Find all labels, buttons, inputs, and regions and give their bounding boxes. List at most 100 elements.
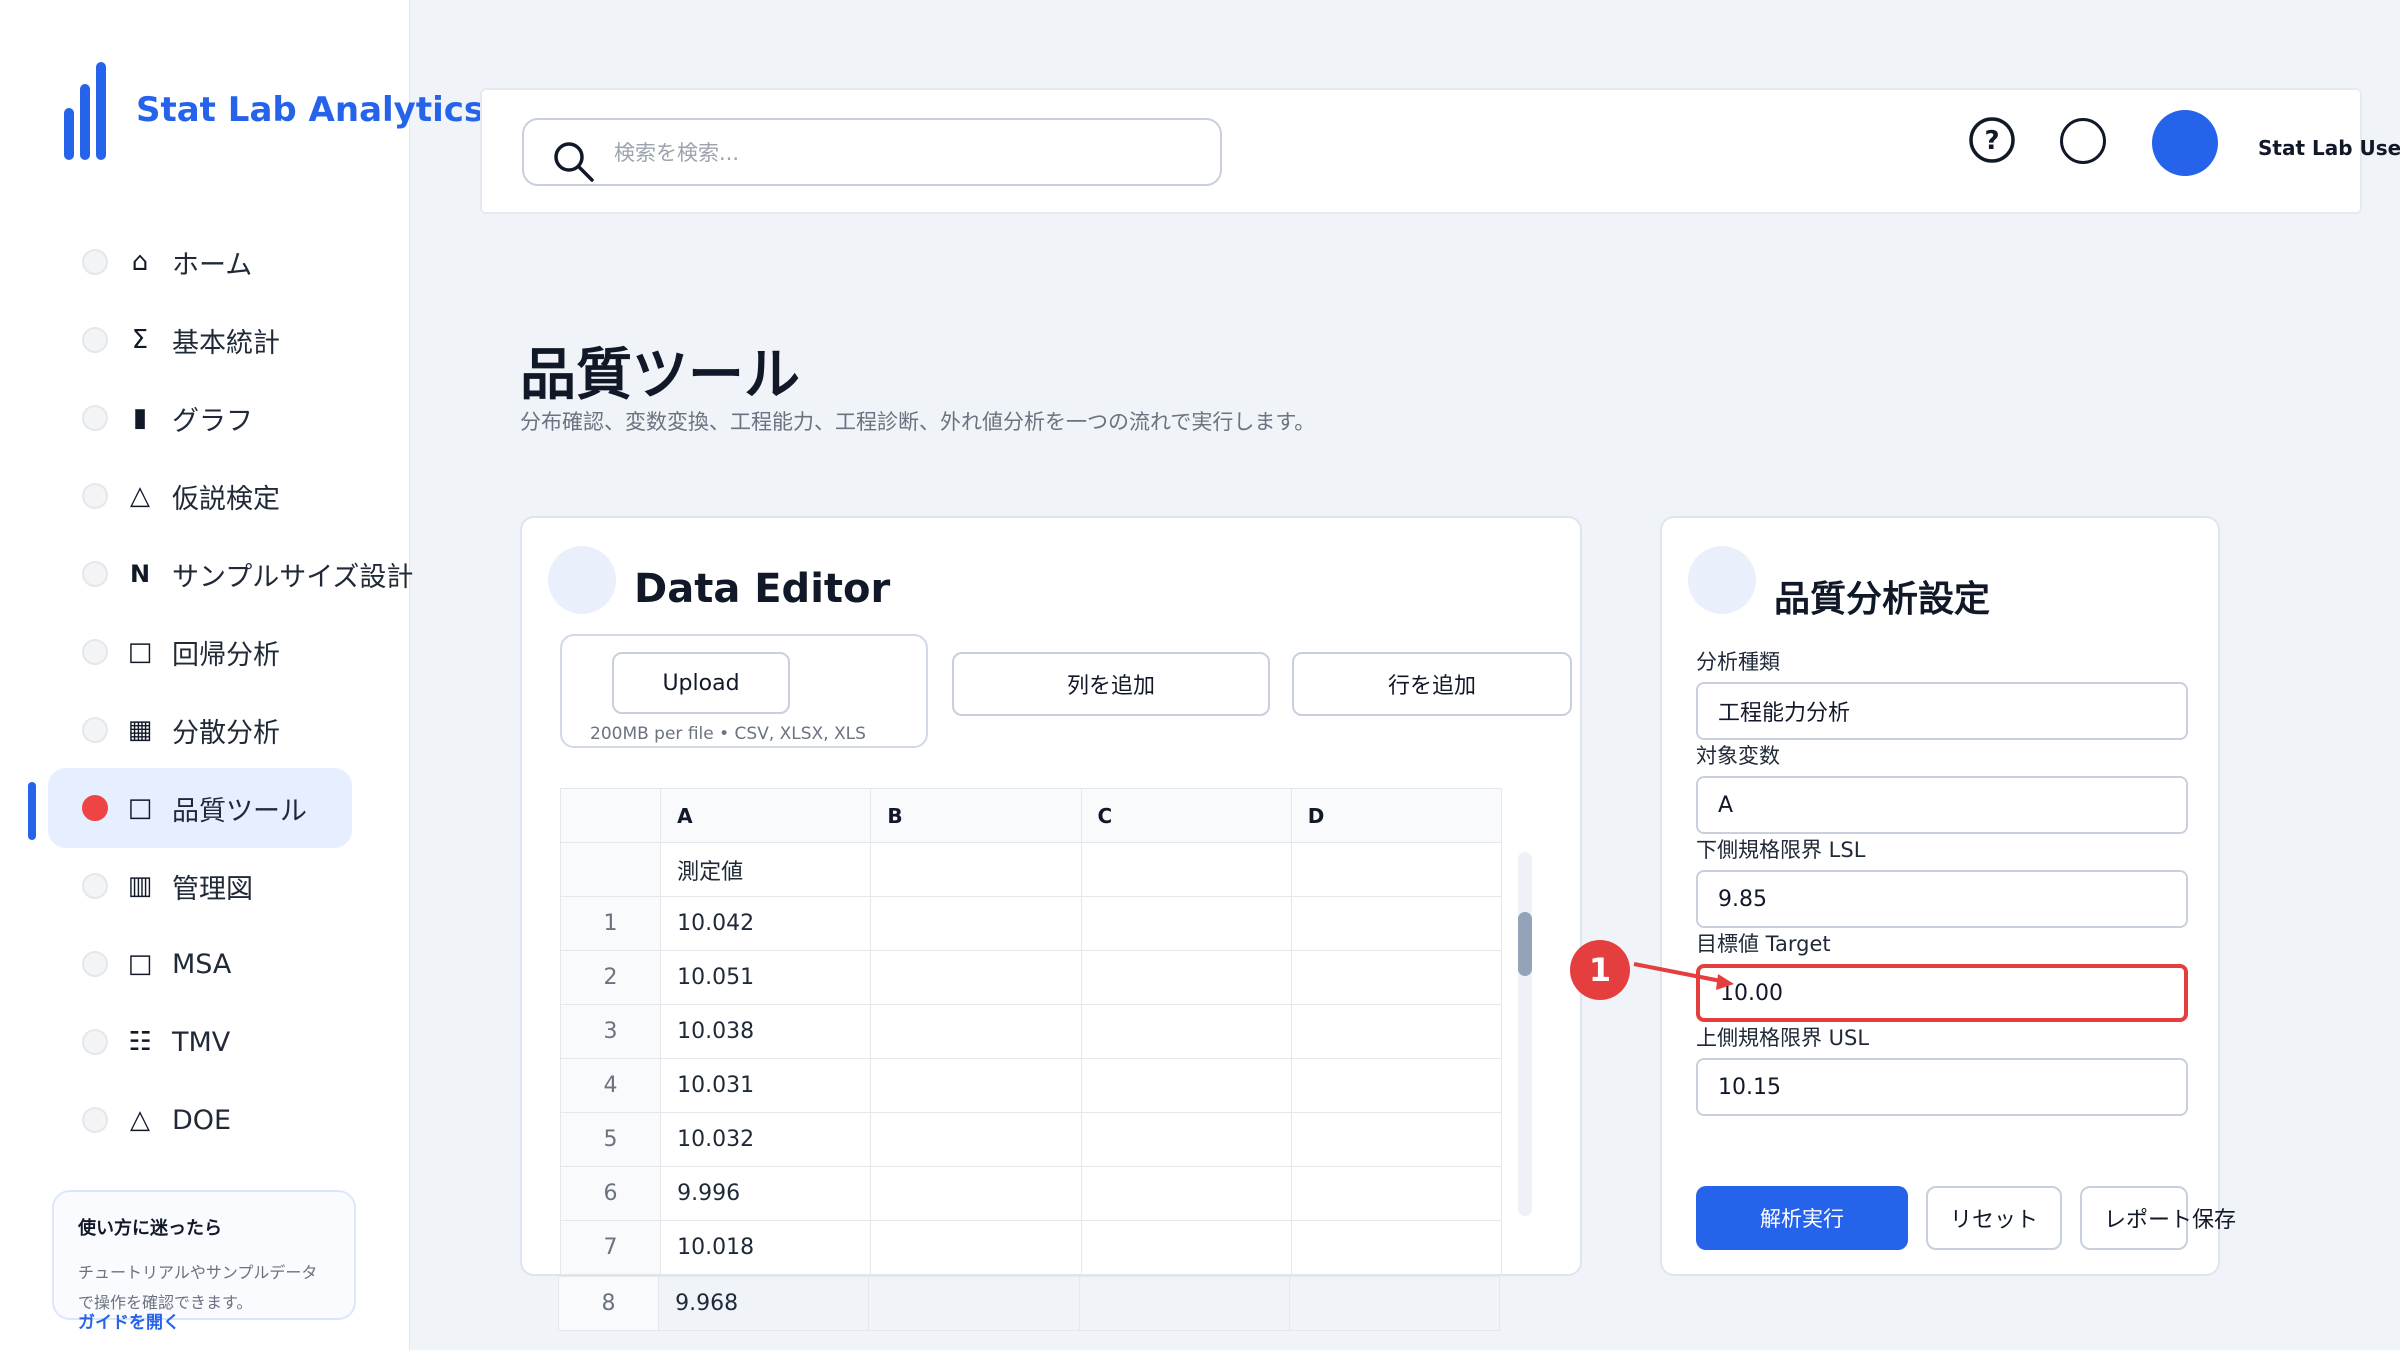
table-cell[interactable]: 10.031 bbox=[660, 1058, 872, 1113]
reset-button[interactable]: リセット bbox=[1926, 1186, 2062, 1250]
table-cell[interactable]: 測定値 bbox=[660, 842, 872, 897]
upload-dropzone[interactable]: Upload 200MB per file • CSV, XLSX, XLS bbox=[560, 634, 928, 748]
add-column-button[interactable]: 列を追加 bbox=[952, 652, 1270, 716]
table-cell[interactable] bbox=[870, 950, 1082, 1005]
data-grid-overflow: 8 9.968 bbox=[558, 1276, 1500, 1331]
status-dot bbox=[82, 951, 108, 977]
sidebar-item-sample-size[interactable]: N サンプルサイズ設計 bbox=[48, 534, 413, 614]
table-cell[interactable] bbox=[1078, 1276, 1290, 1331]
column-header[interactable]: A bbox=[660, 788, 872, 843]
sidebar-item-tmv[interactable]: ☷ TMV bbox=[48, 1002, 352, 1082]
row-number: 1 bbox=[559, 896, 662, 951]
table-cell[interactable] bbox=[1290, 950, 1503, 1005]
table-cell[interactable] bbox=[1290, 1004, 1503, 1059]
table-cell[interactable]: 10.032 bbox=[660, 1112, 872, 1167]
variable-label: 対象変数 bbox=[1696, 744, 1780, 768]
table-cell[interactable] bbox=[1080, 1166, 1292, 1221]
table-cell[interactable] bbox=[1290, 1166, 1503, 1221]
table-cell[interactable]: 10.042 bbox=[660, 896, 872, 951]
table-cell[interactable] bbox=[870, 1058, 1082, 1113]
table-cell[interactable] bbox=[870, 842, 1082, 897]
table-cell[interactable] bbox=[1080, 1112, 1292, 1167]
table-cell[interactable]: 10.018 bbox=[660, 1220, 872, 1274]
sidebar-item-label: 仮説検定 bbox=[172, 483, 280, 515]
status-dot bbox=[82, 639, 108, 665]
table-cell[interactable] bbox=[1290, 1058, 1503, 1113]
square-icon: □ bbox=[127, 949, 153, 979]
data-grid: A B C D 測定値 1 10.042 2 10.051 3 10.038 4… bbox=[559, 788, 1503, 1274]
target-input[interactable]: 10.00 bbox=[1696, 964, 2188, 1022]
table-cell[interactable] bbox=[870, 1220, 1082, 1274]
column-header[interactable]: D bbox=[1290, 788, 1503, 843]
sidebar-item-regression[interactable]: □ 回帰分析 bbox=[48, 612, 352, 692]
table-cell[interactable] bbox=[870, 1004, 1082, 1059]
grid-scrollbar-thumb[interactable] bbox=[1518, 912, 1532, 976]
table-cell[interactable] bbox=[1080, 1004, 1292, 1059]
brand[interactable]: Stat Lab Analytics bbox=[64, 60, 484, 160]
avatar[interactable] bbox=[2152, 110, 2218, 176]
triangle-icon: △ bbox=[130, 1105, 150, 1135]
table-cell[interactable] bbox=[1080, 896, 1292, 951]
table-cell[interactable]: 10.051 bbox=[660, 950, 872, 1005]
table-cell[interactable] bbox=[870, 1112, 1082, 1167]
sidebar-item-label: TMV bbox=[172, 1026, 231, 1058]
table-cell[interactable] bbox=[1290, 1220, 1503, 1274]
upload-button[interactable]: Upload bbox=[612, 652, 790, 714]
sidebar-item-anova[interactable]: ▦ 分散分析 bbox=[48, 690, 352, 770]
table-row: 測定値 bbox=[559, 842, 1503, 897]
sidebar-item-quality-tools[interactable]: □ 品質ツール bbox=[48, 768, 352, 848]
lsl-label: 下側規格限界 LSL bbox=[1696, 838, 1866, 862]
table-cell[interactable] bbox=[1290, 1112, 1503, 1167]
sidebar-item-doe[interactable]: △ DOE bbox=[48, 1080, 352, 1160]
table-cell[interactable] bbox=[1290, 896, 1503, 951]
table-cell[interactable] bbox=[870, 1166, 1082, 1221]
add-row-button[interactable]: 行を追加 bbox=[1292, 652, 1572, 716]
save-report-button[interactable]: レポート保存 bbox=[2080, 1186, 2236, 1250]
table-cell[interactable] bbox=[1080, 950, 1292, 1005]
analysis-type-select[interactable]: 工程能力分析 bbox=[1696, 682, 2188, 740]
row-number-header bbox=[559, 788, 662, 843]
sidebar-item-basic-stats[interactable]: Σ 基本統計 bbox=[48, 300, 352, 380]
table-cell[interactable]: 10.038 bbox=[660, 1004, 872, 1059]
data-editor-title: Data Editor bbox=[634, 566, 891, 612]
sidebar-item-graph[interactable]: ▮ グラフ bbox=[48, 378, 352, 458]
active-nav-indicator bbox=[28, 782, 36, 840]
row-number: 2 bbox=[559, 950, 662, 1005]
sidebar-item-msa[interactable]: □ MSA bbox=[48, 924, 352, 1004]
search-input[interactable] bbox=[614, 130, 1194, 176]
table-cell[interactable] bbox=[1288, 1276, 1500, 1331]
table-cell[interactable]: 9.996 bbox=[660, 1166, 872, 1221]
table-cell[interactable] bbox=[870, 896, 1082, 951]
run-analysis-button[interactable]: 解析実行 bbox=[1696, 1186, 1908, 1250]
bar-icon: ▮ bbox=[132, 403, 148, 433]
search-icon bbox=[554, 142, 594, 182]
row-number: 4 bbox=[559, 1058, 662, 1113]
sidebar-item-label: 品質ツール bbox=[172, 795, 307, 827]
usl-input[interactable]: 10.15 bbox=[1696, 1058, 2188, 1116]
status-dot bbox=[82, 1029, 108, 1055]
table-cell[interactable] bbox=[1080, 1058, 1292, 1113]
table-row: 4 10.031 bbox=[559, 1058, 1503, 1113]
search-box[interactable] bbox=[522, 118, 1222, 186]
lsl-input[interactable]: 9.85 bbox=[1696, 870, 2188, 928]
table-cell[interactable] bbox=[1290, 842, 1503, 897]
column-header[interactable]: B bbox=[870, 788, 1082, 843]
settings-circle-icon[interactable] bbox=[2060, 118, 2106, 164]
table-cell[interactable] bbox=[1080, 842, 1292, 897]
status-dot bbox=[82, 483, 108, 509]
help-icon[interactable]: ? bbox=[1968, 116, 2016, 164]
sidebar-item-home[interactable]: ⌂ ホーム bbox=[48, 222, 352, 302]
variable-select[interactable]: A bbox=[1696, 776, 2188, 834]
table-cell[interactable]: 9.968 bbox=[658, 1276, 870, 1331]
list-icon: ☷ bbox=[128, 1027, 152, 1057]
grid-scrollbar-track[interactable] bbox=[1518, 852, 1532, 1216]
table-cell[interactable] bbox=[1080, 1220, 1292, 1274]
arrow-icon bbox=[1633, 962, 1734, 990]
column-header[interactable]: C bbox=[1080, 788, 1292, 843]
table-row: 8 9.968 bbox=[558, 1276, 1500, 1331]
grid-icon: ▦ bbox=[127, 715, 153, 745]
open-guide-link[interactable]: ガイドを開く bbox=[78, 1308, 180, 1333]
sidebar-item-control-chart[interactable]: ▥ 管理図 bbox=[48, 846, 352, 926]
table-cell[interactable] bbox=[868, 1276, 1080, 1331]
sidebar-item-hypothesis-test[interactable]: △ 仮説検定 bbox=[48, 456, 352, 536]
